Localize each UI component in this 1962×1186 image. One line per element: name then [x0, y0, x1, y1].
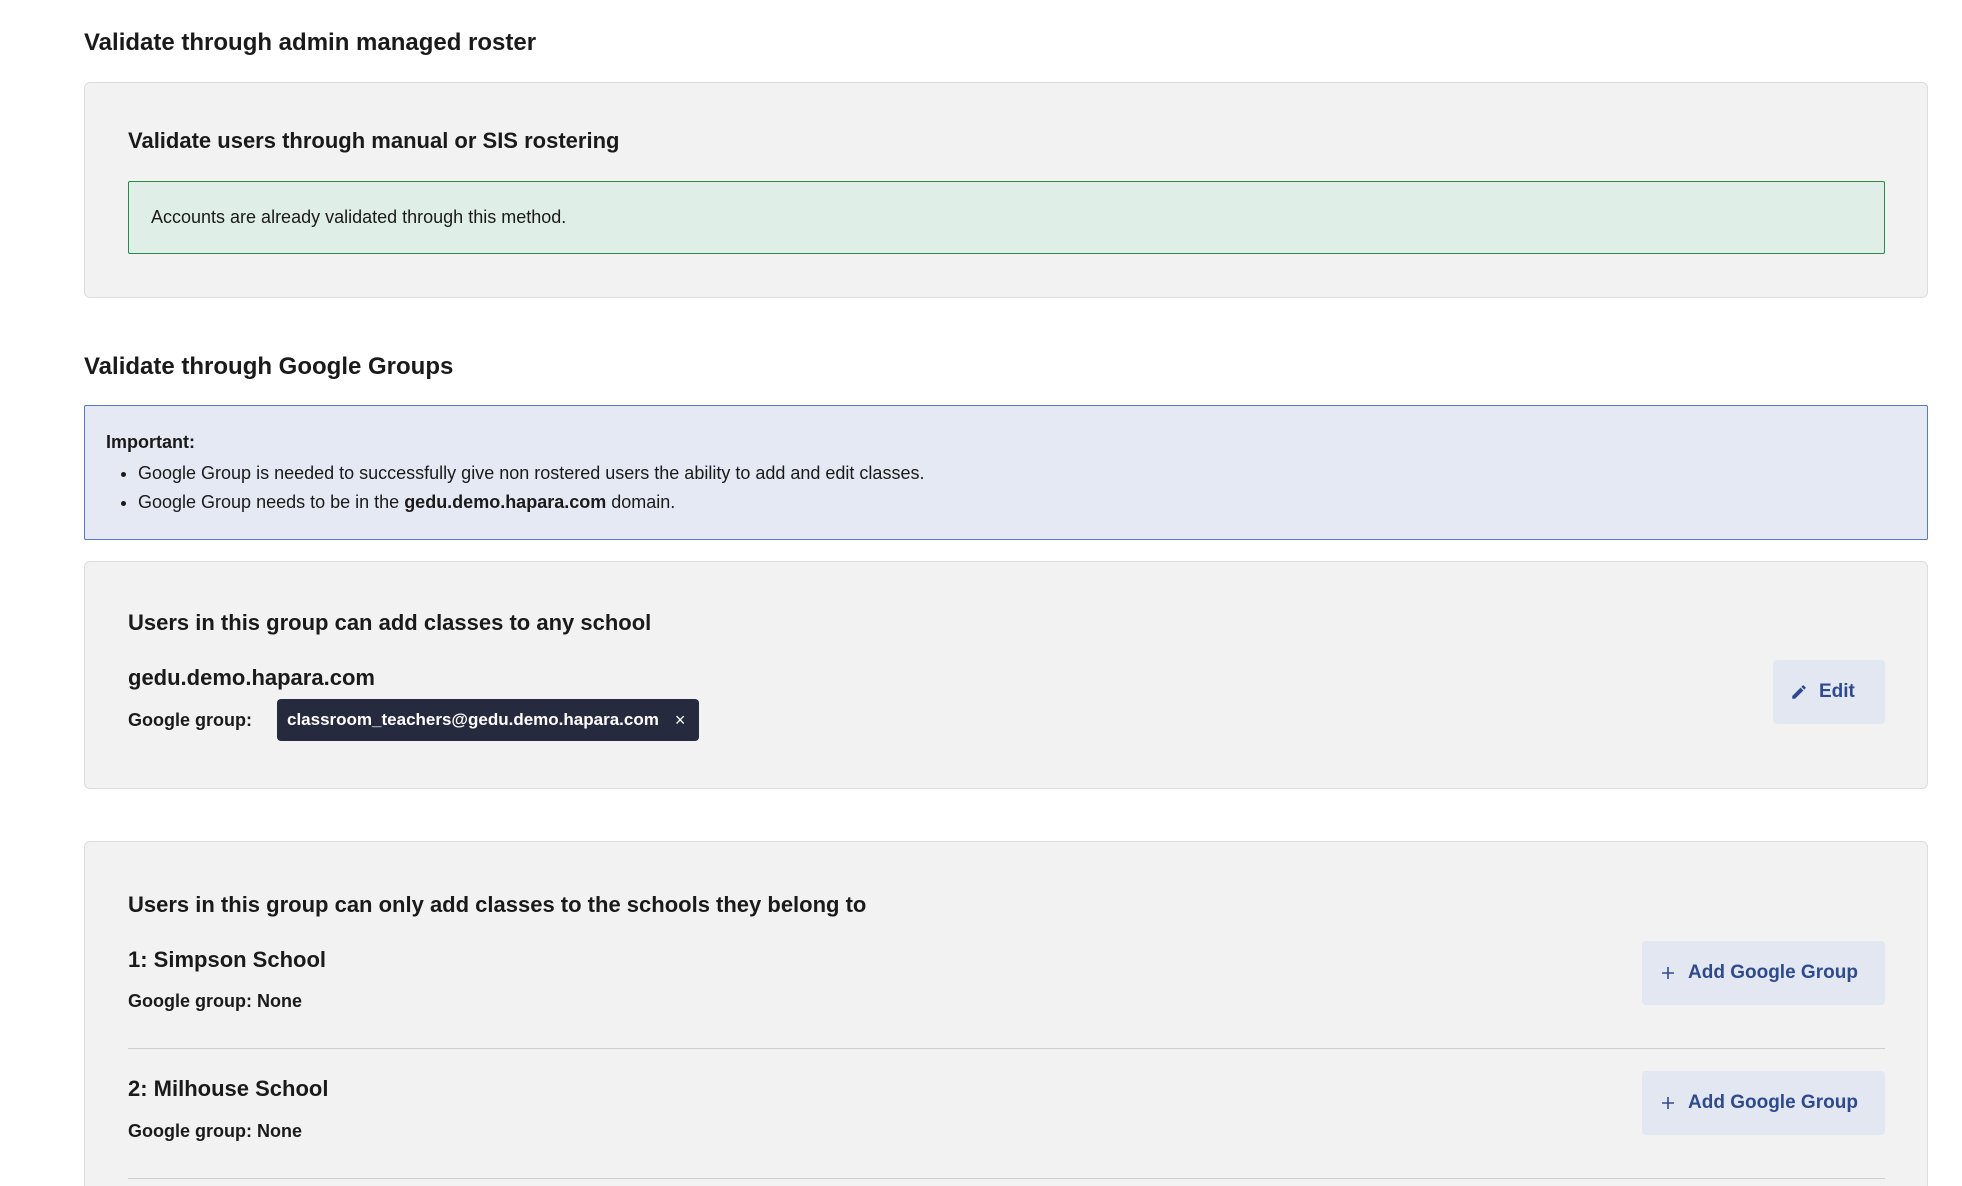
own-school-card-title: Users in this group can only add classes…	[128, 892, 867, 917]
any-school-card-title: Users in this group can add classes to a…	[128, 610, 652, 635]
google-groups-section-title: Validate through Google Groups	[84, 353, 454, 380]
roster-section-title: Validate through admin managed roster	[84, 29, 537, 56]
plus-icon	[1658, 963, 1678, 983]
info-bullet-suffix: domain.	[606, 492, 676, 512]
school-name: 2: Milhouse School	[128, 1076, 329, 1101]
school-google-group: Google group: None	[128, 1121, 302, 1141]
info-heading: Important:	[106, 432, 195, 452]
success-message: Accounts are already validated through t…	[128, 181, 1885, 254]
google-group-chip-text: classroom_teachers@gedu.demo.hapara.com	[287, 710, 659, 729]
divider	[128, 1178, 1885, 1179]
add-google-group-button[interactable]: Add Google Group	[1642, 1071, 1885, 1135]
important-info-box: Important: Google Group is needed to suc…	[84, 405, 1928, 540]
google-group-chip: classroom_teachers@gedu.demo.hapara.com …	[277, 699, 700, 741]
close-icon[interactable]: ×	[675, 710, 686, 731]
own-school-card: Users in this group can only add classes…	[84, 841, 1928, 1186]
add-google-group-label: Add Google Group	[1688, 1092, 1858, 1113]
any-school-card: Users in this group can add classes to a…	[84, 561, 1928, 789]
roster-card: Validate users through manual or SIS ros…	[84, 82, 1928, 298]
school-name: 1: Simpson School	[128, 947, 327, 972]
roster-card-title: Validate users through manual or SIS ros…	[128, 128, 620, 153]
google-group-label: Google group:	[128, 710, 252, 730]
pencil-icon	[1789, 682, 1809, 702]
info-domain: gedu.demo.hapara.com	[404, 492, 607, 512]
edit-button[interactable]: Edit	[1773, 660, 1885, 724]
school-google-group: Google group: None	[128, 991, 302, 1011]
edit-button-label: Edit	[1819, 681, 1855, 702]
info-bullet: Google Group is needed to successfully g…	[138, 459, 1927, 488]
info-list: Google Group is needed to successfully g…	[106, 459, 1927, 517]
add-google-group-button[interactable]: Add Google Group	[1642, 941, 1885, 1005]
success-message-text: Accounts are already validated through t…	[151, 207, 567, 227]
add-google-group-label: Add Google Group	[1688, 962, 1858, 983]
plus-icon	[1658, 1093, 1678, 1113]
divider	[128, 1048, 1885, 1049]
info-bullet: Google Group needs to be in the gedu.dem…	[138, 488, 1927, 517]
domain-name: gedu.demo.hapara.com	[128, 665, 375, 690]
info-bullet-prefix: Google Group needs to be in the	[138, 492, 405, 512]
page: Validate through admin managed roster Va…	[0, 0, 1962, 1186]
